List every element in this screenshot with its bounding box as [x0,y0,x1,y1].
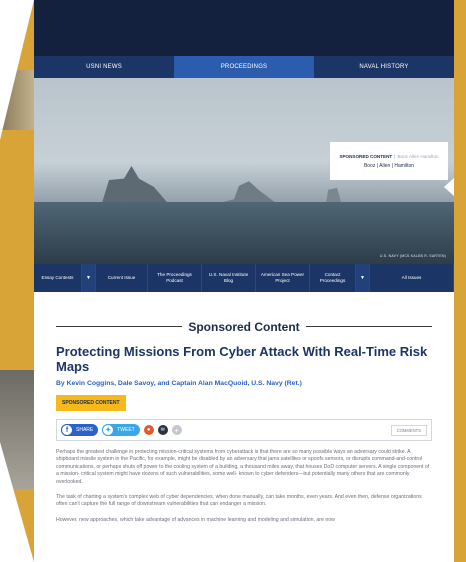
hero-image: SPONSORED CONTENT | Booz Allen Hamilton Bo… [34,78,454,264]
twitter-share-label: TWEET [117,427,135,433]
facebook-share-label: SHARE [76,427,94,433]
left-decorative-panel [0,0,34,562]
facebook-share-button[interactable]: f SHARE [61,424,99,436]
facebook-icon: f [61,424,73,436]
sponsor-logo: Booz | Allen | Hamilton [363,162,415,169]
section-heading: Sponsored Content [56,318,432,335]
section-nav: Essay Contests ▼ Current Issue The Proce… [34,264,454,292]
twitter-share-button[interactable]: ✦ TWEET [102,424,140,436]
side-tab [444,178,454,196]
page-background: USNI NEWS PROCEEDINGS NAVAL HISTORY SPON… [0,0,466,562]
section-nav-contact[interactable]: Contact Proceedings [310,264,356,292]
article-paragraph: Perhaps the greatest challenge in protec… [56,449,430,485]
dropdown-caret-icon[interactable]: ▼ [82,264,96,292]
email-icon[interactable]: ✉ [157,425,168,435]
top-nav: USNI NEWS PROCEEDINGS NAVAL HISTORY [34,56,454,78]
section-nav-sea-power[interactable]: American Sea Power Project [256,264,310,292]
right-decorative-panel [454,0,466,562]
article-paragraph: However, new approaches, which take adva… [56,516,335,523]
sponsor-label: SPONSORED CONTENT [339,153,393,159]
top-nav-usni-news[interactable]: USNI NEWS [34,56,174,78]
article-page: USNI NEWS PROCEEDINGS NAVAL HISTORY SPON… [34,0,454,562]
decorative-wedge [0,442,34,562]
comments-button[interactable]: COMMENTS [390,424,427,436]
sponsor-name: Booz Allen Hamilton [397,153,439,159]
decorative-wedge [0,0,34,140]
section-heading-label: Sponsored Content [182,319,306,335]
dropdown-caret-icon[interactable]: ▼ [356,264,370,292]
section-nav-current-issue[interactable]: Current Issue [96,264,148,292]
top-nav-proceedings[interactable]: PROCEEDINGS [174,56,314,78]
photo-credit: U.S. NAVY (MCS KALEB R. SARTEN) [379,254,446,258]
section-nav-essay-contests[interactable]: Essay Contests [34,264,82,292]
top-nav-naval-history[interactable]: NAVAL HISTORY [314,56,454,78]
masthead [34,0,454,56]
reddit-icon[interactable]: ● [143,425,154,435]
article-content: Sponsored Content Protecting Missions Fr… [34,318,454,524]
article-paragraph: The task of charting a system's complex … [56,494,422,508]
twitter-icon: ✦ [102,424,115,436]
share-bar: f SHARE ✦ TWEET ● ✉ + COMMENTS [56,419,432,441]
section-nav-all-issues[interactable]: All Issues [370,264,454,292]
sponsor-card[interactable]: SPONSORED CONTENT | Booz Allen Hamilton Bo… [330,142,448,180]
section-nav-podcast[interactable]: The Proceedings Podcast [148,264,202,292]
sponsored-badge[interactable]: SPONSORED CONTENT [56,395,126,411]
article-byline[interactable]: By Kevin Coggins, Dale Savoy, and Captai… [56,380,432,387]
more-share-icon[interactable]: + [171,425,182,435]
article-title: Protecting Missions From Cyber Attack Wi… [56,344,428,374]
section-nav-blog[interactable]: U.S. Naval Institute Blog [202,264,256,292]
